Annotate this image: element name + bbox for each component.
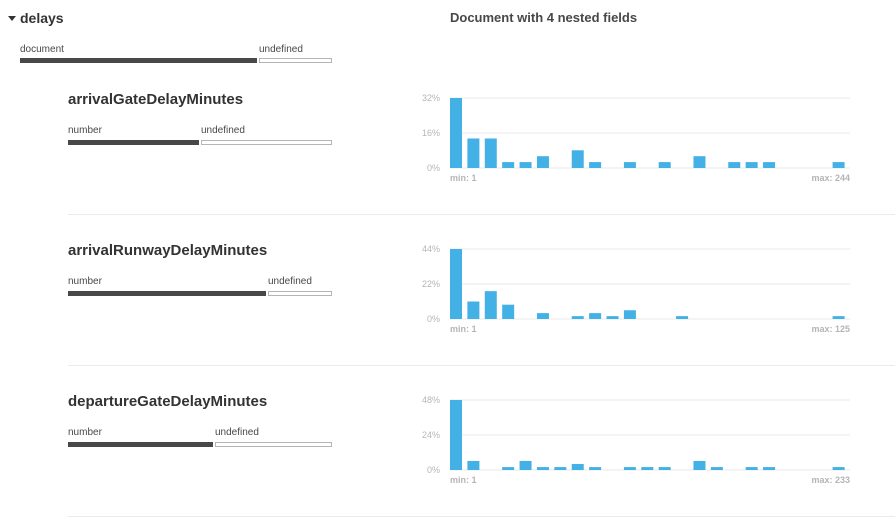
y-tick-label: 0% [427, 465, 440, 475]
histogram-bar [589, 162, 602, 168]
expand-caret-icon[interactable] [8, 16, 16, 21]
y-tick-label: 0% [427, 163, 440, 173]
type-label-undefined: undefined [201, 125, 245, 136]
histogram-bar [467, 301, 480, 319]
histogram-bar [832, 467, 845, 470]
histogram-bar [571, 150, 584, 168]
histogram-bar [571, 464, 584, 470]
histogram-bar [710, 467, 723, 470]
max-label: max: 244 [811, 173, 850, 183]
histogram-bar [519, 162, 532, 168]
histogram-bar [745, 162, 758, 168]
histogram-bar [467, 138, 480, 168]
histogram-bar [763, 467, 776, 470]
histogram-bar [623, 467, 636, 470]
histogram-bar [536, 156, 549, 168]
parent-type-bar-document[interactable] [20, 58, 257, 63]
histogram-bar [519, 460, 532, 470]
histogram-bar [571, 316, 584, 319]
histogram-bar [832, 162, 845, 168]
histogram-bar [450, 249, 462, 319]
histogram-bar [693, 460, 706, 470]
y-tick-label: 32% [422, 93, 440, 103]
field-name-arrivalRunwayDelayMinutes: arrivalRunwayDelayMinutes [68, 242, 268, 259]
parent-field-name[interactable]: delays [20, 10, 64, 26]
histogram-bar [502, 304, 515, 319]
max-label: max: 125 [811, 324, 850, 334]
type-label-number: number [68, 276, 102, 287]
field-name-arrivalGateDelayMinutes: arrivalGateDelayMinutes [68, 91, 244, 108]
histogram-arrivalRunwayDelayMinutes: 44% 22% 0% min: 1 max: 125 [400, 239, 855, 339]
type-bar-undefined[interactable] [201, 140, 332, 145]
type-bar-number[interactable] [68, 140, 199, 145]
y-tick-label: 0% [427, 314, 440, 324]
min-label: min: 1 [450, 173, 477, 183]
histogram-bar [450, 98, 462, 168]
histogram-bar [484, 291, 497, 319]
histogram-bar [832, 316, 845, 319]
type-label-undefined: undefined [268, 276, 312, 287]
histogram-bar [502, 467, 515, 470]
histogram-bar [450, 400, 462, 470]
nested-fields-summary: Document with 4 nested fields [450, 10, 638, 25]
y-tick-label: 24% [422, 430, 440, 440]
histogram-arrivalGateDelayMinutes: 32% 16% 0% min: 1 max: 244 [400, 88, 855, 188]
histogram-bar [589, 467, 602, 470]
histogram-bar [502, 162, 515, 168]
histogram-bar [693, 156, 706, 168]
type-label-number: number [68, 125, 102, 136]
type-label-number: number [68, 427, 102, 438]
field-name-departureGateDelayMinutes: departureGateDelayMinutes [68, 393, 268, 410]
histogram-bar [623, 162, 636, 168]
type-bar-undefined[interactable] [215, 442, 332, 447]
y-tick-label: 48% [422, 395, 440, 405]
field-divider [68, 365, 895, 366]
min-label: min: 1 [450, 324, 477, 334]
type-label-undefined: undefined [215, 427, 259, 438]
parent-type-label-document: document [20, 44, 64, 55]
histogram-bar [763, 162, 776, 168]
histogram-bar [536, 467, 549, 470]
histogram-bar [589, 313, 602, 319]
y-tick-label: 16% [422, 128, 440, 138]
histogram-bar [554, 467, 567, 470]
histogram-bar [623, 310, 636, 319]
histogram-bar [606, 316, 619, 319]
histogram-bar [484, 138, 497, 168]
histogram-bar [728, 162, 741, 168]
histogram-bar [658, 467, 671, 470]
histogram-bar [676, 316, 689, 319]
histogram-departureGateDelayMinutes: 48% 24% 0% min: 1 max: 233 [400, 390, 855, 490]
max-label: max: 233 [811, 475, 850, 485]
histogram-bar [658, 162, 671, 168]
histogram-bar [467, 460, 480, 470]
histogram-bar [745, 467, 758, 470]
histogram-bar [641, 467, 654, 470]
min-label: min: 1 [450, 475, 477, 485]
type-bar-undefined[interactable] [268, 291, 332, 296]
y-tick-label: 22% [422, 279, 440, 289]
parent-type-bar-undefined[interactable] [259, 58, 332, 63]
y-tick-label: 44% [422, 244, 440, 254]
parent-type-label-undefined: undefined [259, 44, 303, 55]
type-bar-number[interactable] [68, 442, 213, 447]
field-divider [68, 214, 895, 215]
histogram-bar [536, 313, 549, 319]
type-bar-number[interactable] [68, 291, 266, 296]
